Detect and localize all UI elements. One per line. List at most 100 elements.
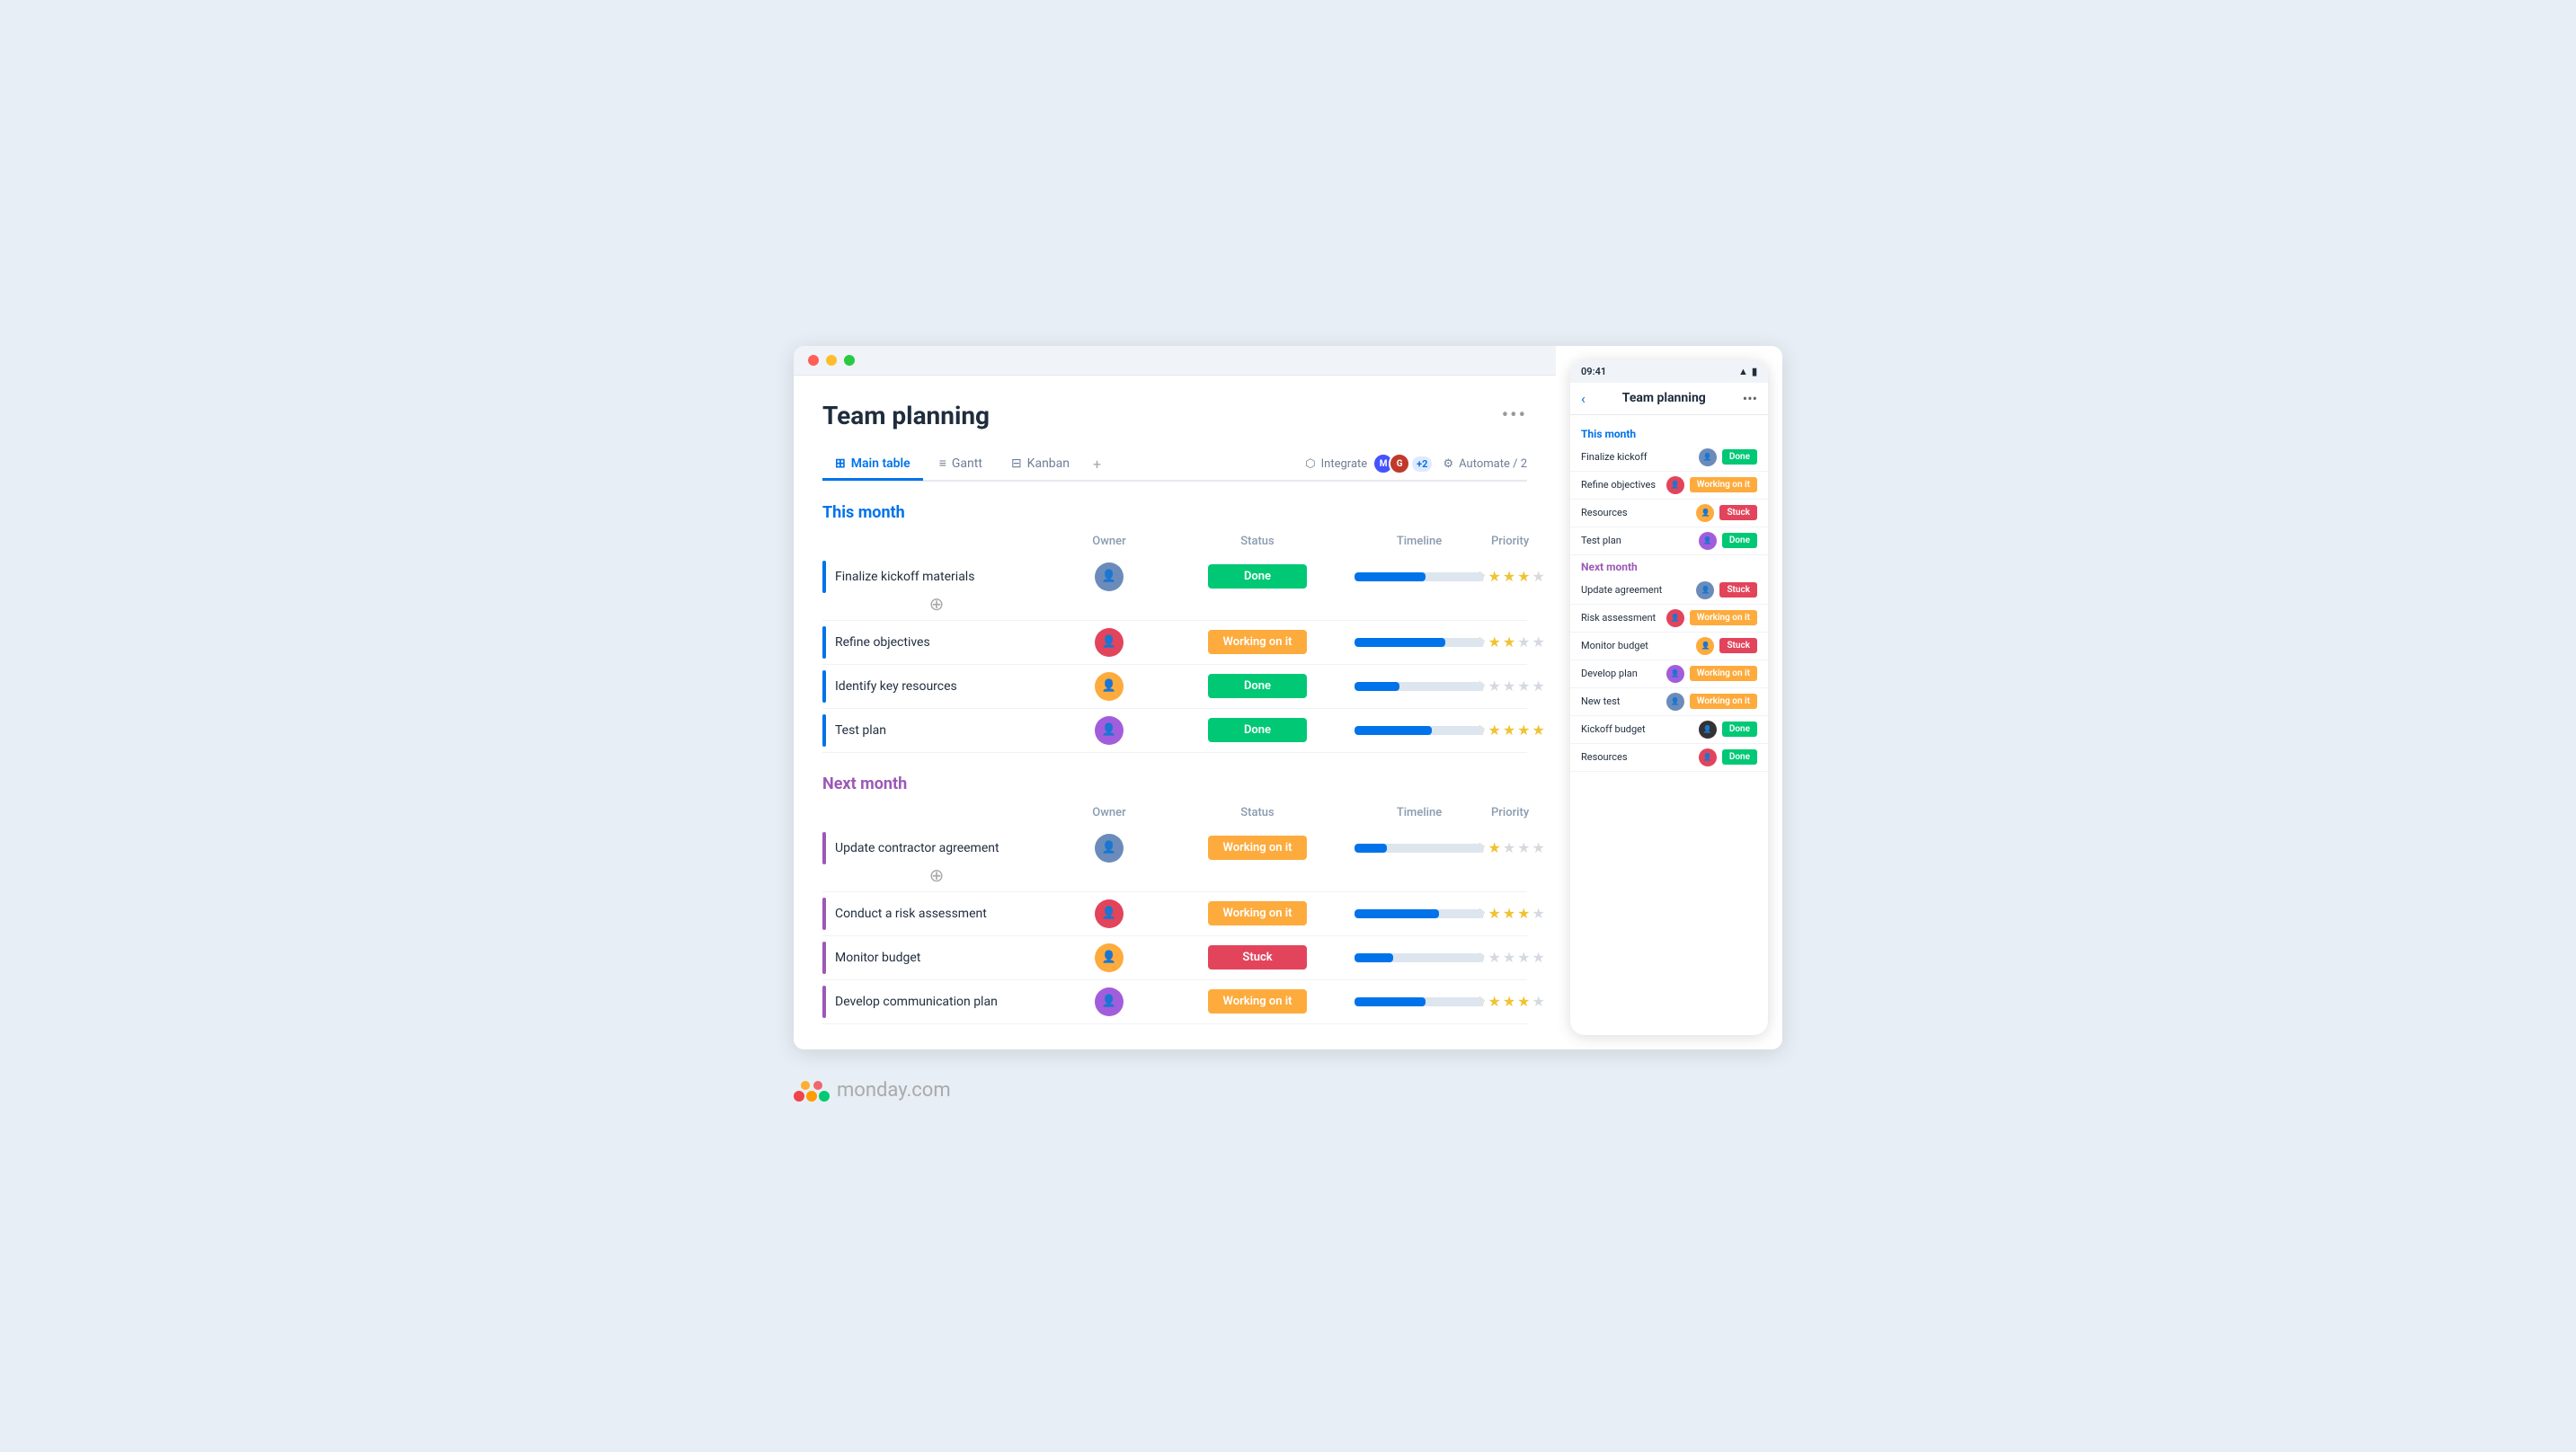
mobile-avatar: 👤 <box>1666 693 1684 711</box>
dot-green[interactable] <box>844 355 855 366</box>
row-task-name: Develop communication plan <box>835 995 998 1009</box>
mobile-avatar: 👤 <box>1666 609 1684 627</box>
tab-gantt[interactable]: ≡ Gantt <box>927 448 995 481</box>
mobile-task-name: Test plan <box>1581 535 1693 546</box>
status-cell[interactable]: Working on it <box>1168 630 1347 654</box>
mobile-status-pill[interactable]: Stuck <box>1719 505 1757 520</box>
battery-icon: ▮ <box>1752 366 1757 377</box>
status-pill[interactable]: Working on it <box>1208 836 1307 860</box>
status-cell[interactable]: Done <box>1168 718 1347 742</box>
next-month-rows: Update contractor agreement 👤 Working on… <box>822 827 1527 1024</box>
mobile-avatar: 👤 <box>1696 581 1714 599</box>
mobile-status-pill[interactable]: Done <box>1722 749 1757 765</box>
table-row: Develop communication plan 👤 Working on … <box>822 980 1527 1024</box>
timeline-bar-fill <box>1355 909 1439 918</box>
status-cell[interactable]: Done <box>1168 564 1347 589</box>
row-owner-cell: 👤 <box>1051 943 1168 972</box>
integration-avatars: M G +2 <box>1372 453 1432 474</box>
timeline-bar-fill <box>1355 682 1399 691</box>
owner-avatar: 👤 <box>1095 628 1124 657</box>
owner-avatar: 👤 <box>1095 562 1124 591</box>
star-2: ★ <box>1488 568 1500 585</box>
row-owner-cell: 👤 <box>1051 628 1168 657</box>
tab-main-table[interactable]: ⊞ Main table <box>822 449 923 481</box>
mobile-more-button[interactable]: ••• <box>1743 390 1757 407</box>
mobile-avatar: 👤 <box>1696 637 1714 655</box>
row-task-name: Refine objectives <box>835 635 930 650</box>
status-pill[interactable]: Working on it <box>1208 989 1307 1014</box>
status-cell[interactable]: Working on it <box>1168 901 1347 925</box>
timeline-bar-bg <box>1355 682 1484 691</box>
more-menu-button[interactable]: ••• <box>1502 404 1527 427</box>
mobile-status-pill[interactable]: Working on it <box>1690 477 1757 492</box>
mobile-status-pill[interactable]: Done <box>1722 449 1757 465</box>
mobile-status-pill[interactable]: Done <box>1722 722 1757 737</box>
owner-avatar: 👤 <box>1095 987 1124 1016</box>
owner-avatar: 👤 <box>1095 834 1124 863</box>
status-pill[interactable]: Done <box>1208 718 1307 742</box>
mobile-status-pill[interactable]: Stuck <box>1719 582 1757 598</box>
status-pill[interactable]: Done <box>1208 564 1307 589</box>
browser-chrome <box>794 346 1556 376</box>
star-5: ★ <box>1532 722 1545 739</box>
mobile-task-name: New test <box>1581 695 1661 707</box>
tab-kanban[interactable]: ⊟ Kanban <box>999 449 1082 481</box>
mobile-avatar: 👤 <box>1699 721 1717 739</box>
integrate-button[interactable]: ⬡ Integrate M G +2 <box>1305 453 1432 474</box>
add-tab-button[interactable]: + <box>1086 448 1108 480</box>
priority-cell: ★ ★ ★ ★ ★ <box>1491 905 1527 922</box>
add-col-cell: ⊕ <box>822 864 1051 886</box>
star-4: ★ <box>1517 633 1530 651</box>
mobile-header-title: Team planning <box>1586 391 1743 405</box>
automate-button[interactable]: ⚙ Automate / 2 <box>1443 457 1527 471</box>
star-5: ★ <box>1532 993 1545 1010</box>
mobile-task-name: Monitor budget <box>1581 640 1691 651</box>
add-col-cell: ⊕ <box>822 593 1051 615</box>
dot-red[interactable] <box>808 355 819 366</box>
wifi-icon: ▲ <box>1738 366 1748 377</box>
main-content: Team planning ••• ⊞ Main table ≡ Gantt ⊟ <box>794 376 1556 1049</box>
status-pill[interactable]: Working on it <box>1208 901 1307 925</box>
mobile-task-name: Develop plan <box>1581 668 1661 679</box>
avatar-plus-badge: +2 <box>1412 456 1432 472</box>
status-pill[interactable]: Done <box>1208 674 1307 698</box>
star-3: ★ <box>1503 677 1515 695</box>
timeline-bar-bg <box>1355 953 1484 962</box>
table-row: Identify key resources 👤 Done <box>822 665 1527 709</box>
list-item: Finalize kickoff 👤 Done <box>1570 444 1768 472</box>
star-3: ★ <box>1503 993 1515 1010</box>
priority-cell: ★ ★ ★ ★ ★ <box>1491 839 1527 856</box>
mobile-status-pill[interactable]: Working on it <box>1690 666 1757 681</box>
mobile-header: ‹ Team planning ••• <box>1570 383 1768 415</box>
col-timeline-header: Timeline <box>1347 806 1491 819</box>
star-5: ★ <box>1532 633 1545 651</box>
tab-gantt-label: Gantt <box>952 456 982 471</box>
row-task-name: Finalize kickoff materials <box>835 570 974 584</box>
mobile-status-pill[interactable]: Working on it <box>1690 610 1757 625</box>
mobile-status-pill[interactable]: Done <box>1722 533 1757 548</box>
star-3: ★ <box>1503 905 1515 922</box>
next-month-table-header: Owner Status Timeline Priority <box>822 802 1527 823</box>
row-name-cell: Finalize kickoff materials <box>822 561 1051 593</box>
priority-cell: ★ ★ ★ ★ ★ <box>1491 993 1527 1010</box>
mobile-avatar: 👤 <box>1666 665 1684 683</box>
status-cell[interactable]: Working on it <box>1168 836 1347 860</box>
status-cell[interactable]: Working on it <box>1168 989 1347 1014</box>
timeline-bar-fill <box>1355 844 1387 853</box>
star-5: ★ <box>1532 905 1545 922</box>
avatar-gmail: G <box>1389 453 1410 474</box>
status-cell[interactable]: Stuck <box>1168 945 1347 969</box>
timeline-bar-bg <box>1355 572 1484 581</box>
status-pill[interactable]: Working on it <box>1208 630 1307 654</box>
status-cell[interactable]: Done <box>1168 674 1347 698</box>
mobile-status-pill[interactable]: Stuck <box>1719 638 1757 653</box>
row-task-name: Monitor budget <box>835 951 920 965</box>
status-pill[interactable]: Stuck <box>1208 945 1307 969</box>
star-2: ★ <box>1488 722 1500 739</box>
col-timeline-header: Timeline <box>1347 535 1491 548</box>
star-4: ★ <box>1517 993 1530 1010</box>
dot-yellow[interactable] <box>826 355 837 366</box>
list-item: Develop plan 👤 Working on it <box>1570 660 1768 688</box>
mobile-status-pill[interactable]: Working on it <box>1690 694 1757 709</box>
logo-light: .com <box>906 1079 950 1102</box>
